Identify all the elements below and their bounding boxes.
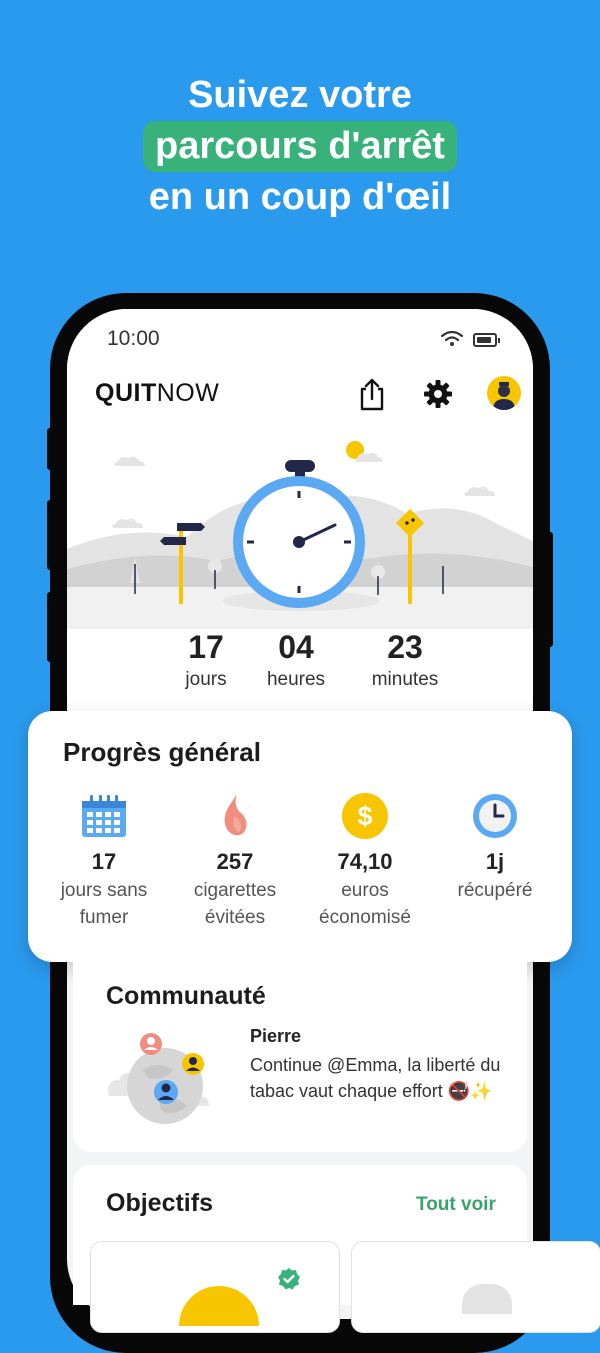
timer-hours: 04 heures	[246, 629, 346, 691]
phone-side-button	[47, 592, 53, 662]
goal-card[interactable]	[351, 1241, 600, 1333]
share-icon[interactable]	[357, 377, 387, 411]
community-card[interactable]: Communauté Pierre Continue @Emma, la lib…	[73, 962, 527, 1152]
stat-days-label-line1: jours sans	[60, 880, 148, 901]
stat-money-label-line1: euros	[341, 880, 389, 901]
stat-days-smoke-free: 17 jours sans fumer	[36, 791, 172, 931]
timer-hours-label: heures	[266, 669, 326, 690]
svg-text:$: $	[357, 801, 372, 831]
goal-completed-check-icon	[278, 1268, 300, 1290]
goals-title: Objectifs	[106, 1189, 213, 1217]
stat-cigarettes-label-line1: cigarettes	[193, 880, 277, 901]
stat-days-label: jours sans fumer	[36, 877, 172, 931]
battery-icon	[473, 333, 500, 347]
progress-title: Progrès général	[63, 737, 261, 767]
headline-line-1: Suivez votre	[188, 74, 412, 116]
quitnow-logo: QUITNOW	[95, 379, 219, 408]
stat-cigarettes-avoided: 257 cigarettes évitées	[167, 791, 303, 931]
dollar-coin-icon: $	[342, 793, 388, 839]
stat-days-value: 17	[91, 849, 117, 874]
headline-highlight: parcours d'arrêt	[143, 121, 457, 172]
community-post-author: Pierre	[250, 1026, 302, 1046]
headline-line-3: en un coup d'œil	[148, 176, 452, 218]
wifi-icon	[441, 331, 463, 346]
stat-money-label: euros économisé	[297, 877, 433, 931]
stat-money-saved: $ 74,10 euros économisé	[297, 791, 433, 931]
gear-icon[interactable]	[423, 379, 453, 409]
status-time: 10:00	[107, 327, 160, 350]
stat-time-label-line1: récupéré	[457, 880, 533, 901]
timer-minutes: 23 minutes	[345, 629, 465, 691]
timer-days-label: jours	[185, 669, 227, 690]
stat-time-label: récupéré	[427, 877, 563, 904]
goal-illustration	[462, 1284, 512, 1314]
timer-minutes-value: 23	[387, 629, 423, 665]
community-post-message: Continue @Emma, la liberté du tabac vaut…	[250, 1055, 501, 1101]
phone-side-button	[47, 428, 53, 470]
phone-side-button	[547, 532, 553, 647]
clock-icon	[473, 794, 517, 838]
timer-hours-value: 04	[278, 629, 314, 665]
user-avatar[interactable]	[487, 376, 521, 410]
logo-bold: QUIT	[95, 379, 157, 407]
timer-minutes-label: minutes	[371, 669, 439, 690]
stat-cigarettes-label-line2: évitées	[204, 907, 266, 928]
flame-icon	[224, 794, 247, 836]
avatar-person-icon	[493, 382, 515, 410]
timer-days-value: 17	[188, 629, 224, 665]
stat-cigarettes-label: cigarettes évitées	[167, 877, 303, 931]
logo-light: NOW	[156, 379, 220, 407]
stat-days-label-line2: fumer	[79, 907, 129, 928]
stat-time-recovered: 1j récupéré	[427, 791, 563, 904]
timer-days: 17 jours	[161, 629, 251, 691]
goals-card: Objectifs Tout voir	[73, 1165, 600, 1333]
calendar-icon	[82, 795, 126, 837]
community-title: Communauté	[106, 982, 266, 1010]
phone-side-button	[47, 500, 53, 570]
stat-money-label-line2: économisé	[319, 907, 411, 928]
stat-money-value: 74,10	[337, 849, 393, 874]
community-globe-illustration	[108, 1033, 209, 1124]
general-progress-card[interactable]: Progrès général 17 jours sans fumer 257 …	[28, 711, 572, 962]
stat-time-value: 1j	[485, 849, 505, 874]
goal-card[interactable]	[90, 1241, 340, 1333]
stopwatch-landscape-illustration	[67, 441, 533, 629]
headline: Suivez votre parcours d'arrêt en un coup…	[0, 70, 600, 223]
see-all-goals-link[interactable]: Tout voir	[416, 1194, 496, 1216]
goal-illustration	[179, 1286, 259, 1326]
stat-cigarettes-value: 257	[216, 849, 254, 874]
